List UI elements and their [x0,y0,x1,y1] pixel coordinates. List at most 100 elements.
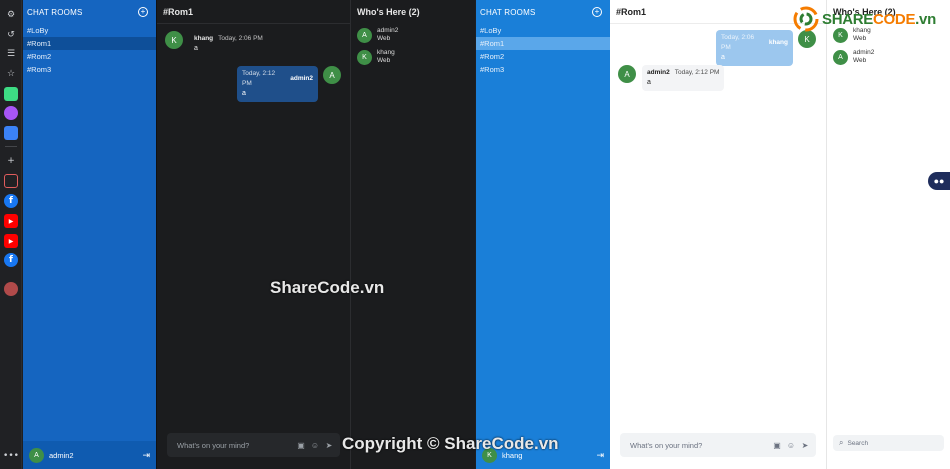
avatar: K [165,31,183,49]
light-sidebar: CHAT ROOMS + #LoBy #Rom1 #Rom2 #Rom3 K k… [476,0,610,469]
add-room-button[interactable]: + [138,7,148,17]
message-author: admin2 [290,75,313,82]
photo-icon[interactable] [4,282,18,296]
room-item-active[interactable]: #Rom1 [23,37,156,50]
message-input[interactable]: What's on your mind? [177,441,292,450]
message-bubble: Today, 2:12 PM admin2 a [237,66,318,102]
message-outgoing: Today, 2:06 PM khang a K [716,30,816,66]
room-list: #LoBy #Rom1 #Rom2 #Rom3 [23,24,156,76]
chat-icon[interactable] [4,126,18,140]
room-item[interactable]: #Rom3 [476,63,610,76]
sidebar-header: CHAT ROOMS + [23,0,156,24]
message-time: Today, 2:06 PM [218,35,263,42]
floating-assistant-button[interactable]: ●● [928,172,950,190]
sidebar-title: CHAT ROOMS [27,7,83,17]
sidebar-header: CHAT ROOMS + [476,0,610,24]
avatar: A [357,27,372,43]
message-time: Today, 2:12 PM [674,69,720,76]
logo-text-code: CODE [873,10,916,28]
youtube-icon[interactable]: ▶ [4,214,18,228]
message-text: a [242,90,246,97]
room-item-active[interactable]: #Rom1 [476,37,610,50]
avatar: A [29,447,44,463]
room-item[interactable]: #LoBy [23,24,156,37]
member-item[interactable]: A admin2 Web [351,24,475,46]
send-icon[interactable]: ➤ [324,440,334,450]
image-icon[interactable]: ▣ [296,440,306,450]
search-placeholder: Search [847,439,869,447]
dark-chat-main: #Rom1 K khang Today, 2:06 PM a Today, 2:1… [156,0,350,469]
send-icon[interactable]: ➤ [800,440,810,450]
avatar: A [618,65,636,83]
star-icon[interactable]: ☆ [4,67,18,81]
message-composer[interactable]: What's on your mind? ▣ ☺ ➤ [620,433,816,457]
message-bubble: Today, 2:06 PM khang a [716,30,793,66]
member-status: Web [377,57,391,64]
sidebar-title: CHAT ROOMS [480,7,536,17]
rail-divider [5,146,17,147]
gear-icon[interactable]: ⚙ [4,8,18,22]
add-room-button[interactable]: + [592,7,602,17]
dark-sidebar: CHAT ROOMS + #LoBy #Rom1 #Rom2 #Rom3 A a… [23,0,156,469]
member-item[interactable]: A admin2 Web [827,46,950,68]
logo-text-tld: .vn [915,10,936,28]
message-text: a [647,79,651,86]
more-icon[interactable]: ••• [3,449,19,463]
image-icon[interactable]: ▣ [772,440,782,450]
square-app-icon[interactable] [4,174,18,188]
search-input[interactable]: ⌕ Search [833,435,944,451]
member-name: admin2 [377,27,399,34]
current-user-name: admin2 [49,450,74,460]
room-item[interactable]: #LoBy [476,24,610,37]
whos-here-title: Who's Here (2) [357,7,420,17]
history-icon[interactable]: ↺ [4,28,18,42]
member-status: Web [853,35,867,42]
room-item[interactable]: #Rom2 [476,50,610,63]
app-icon[interactable] [4,87,18,101]
message-author: khang [768,39,788,46]
avatar: K [357,49,372,65]
youtube-icon[interactable]: ▶ [4,234,18,248]
dark-whos-here-panel: Who's Here (2) A admin2 Web K khang Web [350,0,475,469]
light-whos-here-panel: Who's Here (2) K khang Web A admin2 Web ⌕ … [826,0,950,469]
room-title: #Rom1 [157,0,350,24]
list-icon[interactable]: ☰ [4,47,18,61]
member-item[interactable]: K khang Web [351,46,475,68]
message-composer[interactable]: What's on your mind? ▣ ☺ ➤ [167,433,340,457]
avatar: A [323,66,341,84]
member-name: admin2 [853,49,875,56]
message-time: Today, 2:12 PM [242,70,276,87]
watermark-copyright: Copyright © ShareCode.vn [342,434,559,453]
plus-icon[interactable]: + [4,154,18,168]
facebook-icon[interactable]: f [4,194,18,208]
recycle-logo-icon [793,6,819,32]
avatar: A [833,49,848,65]
browser-side-rail: ⚙ ↺ ☰ ☆ + f ▶ ▶ f ••• [0,0,22,469]
message-bubble: khang Today, 2:06 PM a [189,31,268,57]
sharecode-logo: SHARECODE.vn [793,6,936,32]
member-status: Web [853,57,867,64]
facebook-icon[interactable]: f [4,253,18,267]
message-text: a [721,54,725,61]
room-item[interactable]: #Rom3 [23,63,156,76]
watermark-center: ShareCode.vn [270,278,385,297]
messenger-icon[interactable] [4,106,18,120]
message-outgoing: Today, 2:12 PM admin2 a A [237,66,341,102]
member-status: Web [377,35,391,42]
message-input[interactable]: What's on your mind? [630,441,768,450]
logo-text-share: SHARE [822,10,874,28]
message-time: Today, 2:06 PM [721,34,755,51]
search-icon: ⌕ [839,438,844,447]
message-bubble: admin2 Today, 2:12 PM a [642,65,725,91]
member-name: khang [377,49,395,56]
logout-icon[interactable]: ⇥ [142,450,150,461]
emoji-icon[interactable]: ☺ [310,440,320,450]
room-item[interactable]: #Rom2 [23,50,156,63]
light-chat-main: #Rom1 Today, 2:06 PM khang a K A admin2 To… [610,0,826,469]
avatar: K [798,30,816,48]
app-screenshot: ⚙ ↺ ☰ ☆ + f ▶ ▶ f ••• CHAT ROOMS + #LoBy… [0,0,950,469]
message-text: a [194,45,198,52]
logout-icon[interactable]: ⇥ [596,450,604,461]
emoji-icon[interactable]: ☺ [786,440,796,450]
message-author: khang [194,35,214,42]
